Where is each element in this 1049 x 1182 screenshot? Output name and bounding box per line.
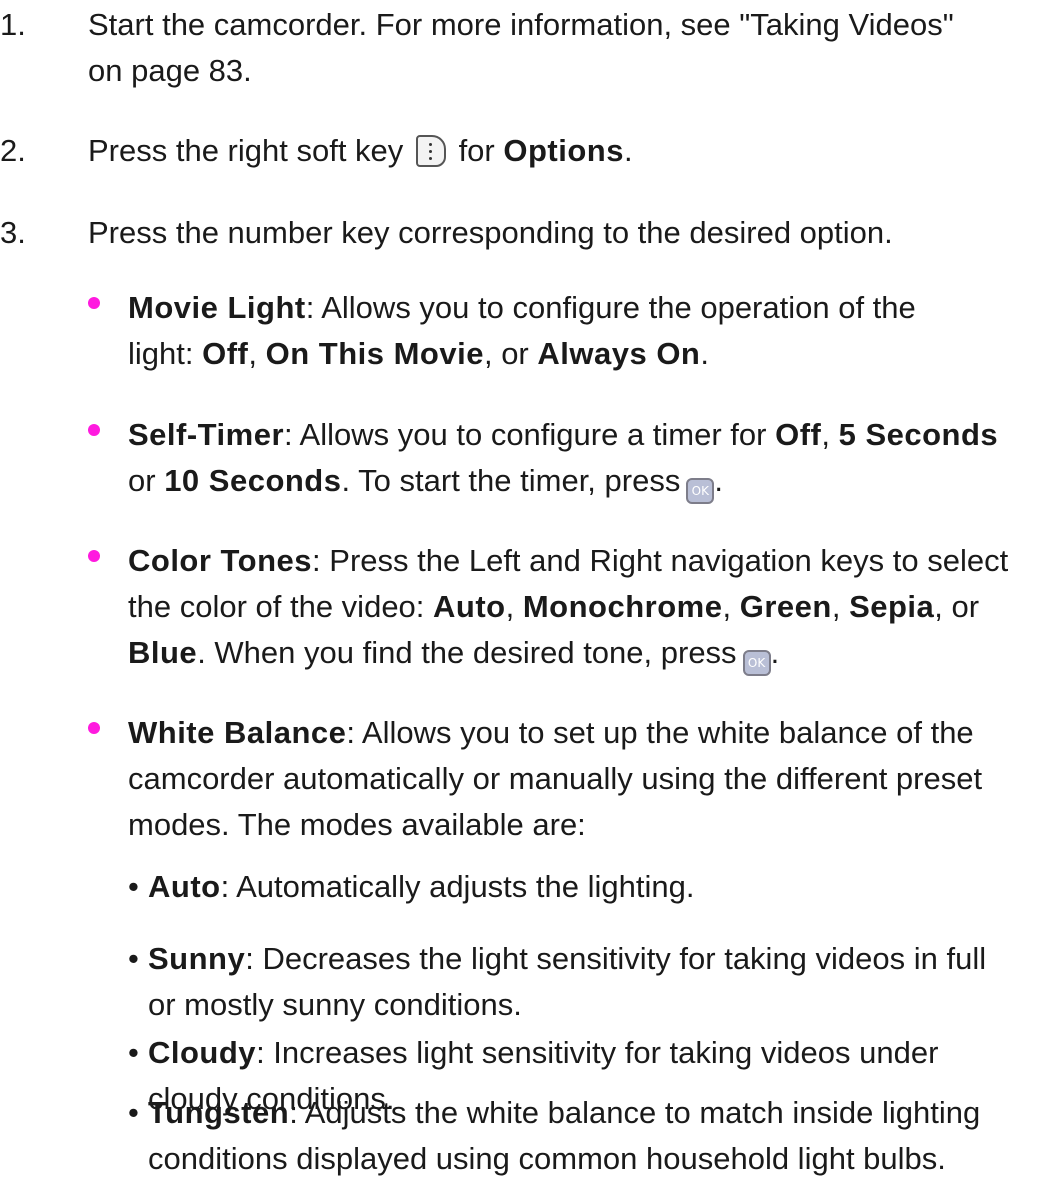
description-segment: or [128,463,165,498]
option-value: Off [775,417,822,452]
description-segment: . [700,336,709,371]
description-line: camcorder automatically or manually usin… [128,761,983,796]
description-segment: , [831,589,850,624]
bullet-dot [88,722,100,734]
option-value: Auto [433,589,506,624]
step-text: Press the number key corresponding to th… [88,215,893,250]
description-line: Blue. When you find the desired tone, pr… [128,630,1046,676]
step-number: 2. [0,133,26,168]
ok-key-icon: OK [686,478,715,504]
option-value: 10 Seconds [164,463,342,498]
description-segment: : Adjusts the white balance to match ins… [289,1095,981,1130]
description-line: Cloudy: Increases light sensitivity for … [148,1030,1046,1076]
description-line: Color Tones: Press the Left and Right na… [128,538,1046,584]
mode-bullet: • [128,1095,139,1130]
description-segment: , or [934,589,980,624]
option-value: On This Movie [265,336,484,371]
option-title: Movie Light [128,290,306,325]
description-segment: : Press the Left and Right navigation ke… [312,543,1009,578]
description-segment: , [821,417,839,452]
description-line: or mostly sunny conditions. [148,987,522,1022]
step-text-segment: for [458,133,495,168]
mode-name: Tungsten [148,1095,290,1130]
description-segment: , [248,336,266,371]
option-description: White Balance: Allows you to set up the … [128,710,1046,848]
mode-name: Sunny [148,941,246,976]
step-text-line: on page 83. [88,53,252,88]
description-segment: : Decreases the light sensitivity for ta… [245,941,987,976]
description-line: conditions displayed using common househ… [148,1141,946,1176]
mode-bullet: • [128,941,139,976]
description-line: modes. The modes available are: [128,807,586,842]
ok-key-icon: OK [742,650,771,676]
description-segment: : Allows you to set up the white balance… [346,715,974,750]
step-text-segment: . [623,133,633,168]
description-segment: . [770,635,780,670]
bullet-dot [88,424,100,436]
description-line: Self-Timer: Allows you to configure a ti… [128,412,1046,458]
description-line: light: Off, On This Movie, or Always On. [128,331,1046,377]
description-segment: . To start the timer, press [341,463,681,498]
description-segment: : Allows you to configure a timer for [284,417,776,452]
bullet-dot [88,297,100,309]
mode-name: Auto [148,869,221,904]
options-label: Options [503,133,624,168]
step-text-line: Start the camcorder. For more informatio… [88,7,954,42]
description-segment: . When you find the desired tone, press [197,635,737,670]
mode-description: Sunny: Decreases the light sensitivity f… [148,936,1046,1028]
option-value: Green [739,589,832,624]
description-segment: : Automatically adjusts the lighting. [220,869,695,904]
step-number: 1. [0,7,26,42]
description-line: White Balance: Allows you to set up the … [128,710,1046,756]
option-title: Color Tones [128,543,313,578]
right-soft-key-icon [415,135,446,167]
mode-bullet: • [128,1035,139,1070]
description-segment: , [722,589,740,624]
description-line: Tungsten: Adjusts the white balance to m… [148,1090,1046,1136]
description-segment: , [505,589,523,624]
option-value: Sepia [849,589,935,624]
description-segment: : Increases light sensitivity for taking… [256,1035,939,1070]
step-text-segment: Press the right soft key [88,133,404,168]
mode-description: Auto: Automatically adjusts the lighting… [148,864,1046,910]
option-title: Self-Timer [128,417,285,452]
manual-page: 1. Start the camcorder. For more informa… [0,0,1049,1181]
mode-name: Cloudy [148,1035,257,1070]
option-value: Always On [537,336,701,371]
option-value: Blue [128,635,198,670]
step-number: 3. [0,215,26,250]
bullet-dot [88,550,100,562]
description-segment: . [714,463,723,498]
option-value: Monochrome [522,589,723,624]
description-segment: , or [483,336,538,371]
option-description: Color Tones: Press the Left and Right na… [128,538,1046,676]
step-text: Press the right soft key for Options. [88,128,1043,174]
description-segment: the color of the video: [128,589,434,624]
description-line: Sunny: Decreases the light sensitivity f… [148,936,1046,982]
step-text: Start the camcorder. For more informatio… [88,2,1043,94]
description-segment: light: [128,336,203,371]
description-line: or 10 Seconds. To start the timer, press… [128,458,1046,504]
option-title: White Balance [128,715,347,750]
option-value: 5 Seconds [838,417,999,452]
option-description: Movie Light: Allows you to configure the… [128,285,1046,377]
mode-description: Tungsten: Adjusts the white balance to m… [148,1090,1046,1182]
option-value: Off [202,336,249,371]
mode-bullet: • [128,869,139,904]
description-segment: : Allows you to configure the operation … [305,290,916,325]
description-line: the color of the video: Auto, Monochrome… [128,584,1046,630]
description-line: Auto: Automatically adjusts the lighting… [148,864,1046,910]
description-line: Movie Light: Allows you to configure the… [128,285,1046,331]
option-description: Self-Timer: Allows you to configure a ti… [128,412,1046,504]
